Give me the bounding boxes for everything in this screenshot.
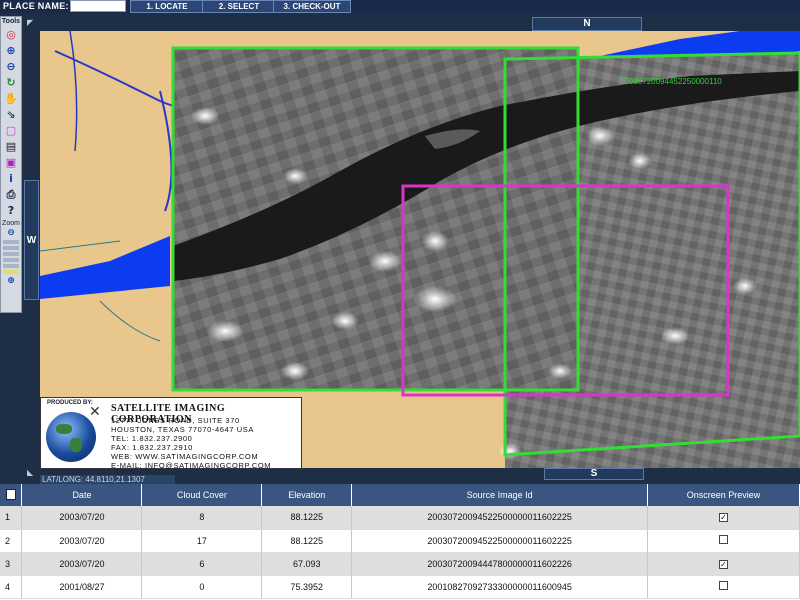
- preview-checkbox[interactable]: [719, 535, 729, 544]
- pan-south-button[interactable]: S: [544, 468, 644, 480]
- row-index: 4: [0, 575, 23, 599]
- north-label: N: [583, 18, 591, 29]
- table-row[interactable]: 3 2003/07/20 6 67.093 2003072009444780000001…: [0, 552, 800, 576]
- south-label: S: [590, 468, 598, 479]
- table-body: 1 2003/07/20 8 88.1225 200307200945225000000…: [0, 506, 800, 599]
- cell-elevation: 67.093: [261, 552, 353, 576]
- zoom-level-2[interactable]: [3, 246, 19, 250]
- preview-checkbox[interactable]: [719, 581, 729, 590]
- target-icon[interactable]: ◎: [3, 28, 19, 42]
- cell-date: 2003/07/20: [21, 529, 143, 553]
- top-toolbar: PLACE NAME: 1. LOCATE 2. SELECT 3. CHECK…: [0, 0, 800, 13]
- scene-id-label: 20030720094452250000110: [620, 77, 722, 86]
- select-all-header[interactable]: [0, 484, 23, 506]
- pan-northwest-icon[interactable]: ◤: [27, 18, 37, 28]
- document-icon[interactable]: [5, 488, 16, 500]
- zoom-level-3[interactable]: [3, 252, 19, 256]
- col-elevation[interactable]: Elevation: [261, 484, 353, 506]
- zoom-level-6[interactable]: [3, 270, 19, 274]
- address-line-2: HOUSTON, TEXAS 77070-4647 USA: [111, 425, 255, 434]
- place-name-label: PLACE NAME:: [3, 1, 69, 11]
- cell-onscreen-preview: [647, 529, 800, 553]
- table-row[interactable]: 1 2003/07/20 8 88.1225 200307200945225000000…: [0, 506, 800, 530]
- cell-onscreen-preview: [647, 575, 800, 599]
- zoom-minus-icon[interactable]: ⊖: [3, 229, 19, 238]
- cell-onscreen-preview: ✓: [647, 552, 800, 576]
- cell-elevation: 88.1225: [261, 529, 353, 553]
- cell-cloud-cover: 8: [141, 506, 263, 530]
- email-line: E-MAIL: INFO@SATIMAGINGCORP.COM: [111, 461, 272, 470]
- cell-source-image-id: 20030720094522500000011602225: [351, 506, 649, 530]
- zoom-level-5[interactable]: [3, 264, 19, 268]
- row-index: 3: [0, 552, 23, 576]
- cell-cloud-cover: 17: [141, 529, 263, 553]
- cell-date: 2001/08/27: [21, 575, 143, 599]
- produced-by-label: PRODUCED BY:: [47, 400, 93, 406]
- cell-source-image-id: 20010827092733300000011600945: [351, 575, 649, 599]
- row-index: 2: [0, 529, 23, 553]
- preview-checkbox[interactable]: ✓: [719, 559, 729, 569]
- table-row[interactable]: 4 2001/08/27 0 75.3952 200108270927333000000…: [0, 575, 800, 599]
- preview-checkbox[interactable]: ✓: [719, 513, 729, 523]
- step-select-button[interactable]: 2. SELECT: [202, 0, 276, 13]
- cell-elevation: 88.1225: [261, 506, 353, 530]
- table-row[interactable]: 2 2003/07/20 17 88.1225 20030720094522500000…: [0, 529, 800, 553]
- info-icon[interactable]: i: [3, 172, 19, 186]
- results-panel: Date Cloud Cover Elevation Source Image …: [0, 484, 800, 600]
- zoom-plus-icon[interactable]: ⊕: [3, 276, 19, 286]
- address-line-1: 12777 JONES ROAD, SUITE 370: [111, 416, 240, 425]
- print-icon[interactable]: ⎙: [3, 188, 19, 202]
- cell-source-image-id: 20030720094522500000011602225: [351, 529, 649, 553]
- west-label: W: [26, 234, 37, 246]
- col-date[interactable]: Date: [21, 484, 143, 506]
- layer-select-icon[interactable]: ▣: [3, 156, 19, 170]
- pan-west-button[interactable]: W: [24, 180, 39, 300]
- satellite-image-browser: PLACE NAME: 1. LOCATE 2. SELECT 3. CHECK…: [0, 0, 800, 600]
- col-source-image-id[interactable]: Source Image Id: [351, 484, 649, 506]
- pan-north-button[interactable]: N: [532, 17, 642, 31]
- place-name-input[interactable]: [70, 0, 126, 12]
- satellite-icon: ✕: [89, 404, 101, 420]
- zoom-out-icon[interactable]: ⊖: [3, 60, 19, 74]
- col-cloud-cover[interactable]: Cloud Cover: [141, 484, 263, 506]
- web-line: WEB: WWW.SATIMAGINGCORP.COM: [111, 452, 259, 461]
- tools-title: Tools: [1, 18, 21, 25]
- cell-date: 2003/07/20: [21, 506, 143, 530]
- col-onscreen-preview[interactable]: Onscreen Preview: [647, 484, 800, 506]
- pan-southwest-icon[interactable]: ◣: [27, 468, 37, 478]
- select-box-icon[interactable]: ▢: [3, 124, 19, 138]
- help-icon[interactable]: ?: [3, 204, 19, 218]
- tel-line: TEL: 1.832.237.2900: [111, 434, 193, 443]
- zoom-label: Zoom: [2, 220, 20, 227]
- layers-icon[interactable]: ▤: [3, 140, 19, 154]
- cell-onscreen-preview: ✓: [647, 506, 800, 530]
- cell-date: 2003/07/20: [21, 552, 143, 576]
- step-locate-button[interactable]: 1. LOCATE: [130, 0, 204, 13]
- table-header-row: Date Cloud Cover Elevation Source Image …: [0, 484, 800, 506]
- select-icon[interactable]: ⇘: [3, 108, 19, 122]
- company-logo-card: PRODUCED BY: ✕ SATELLITE IMAGING CORPORA…: [40, 397, 302, 470]
- row-index: 1: [0, 506, 23, 530]
- pan-icon[interactable]: ↻: [3, 76, 19, 90]
- cell-elevation: 75.3952: [261, 575, 353, 599]
- zoom-level-1[interactable]: [3, 240, 19, 244]
- fax-line: FAX: 1.832.237.2910: [111, 443, 193, 452]
- zoom-level-4[interactable]: [3, 258, 19, 262]
- hand-icon[interactable]: ✋: [3, 92, 19, 106]
- cell-cloud-cover: 6: [141, 552, 263, 576]
- zoom-in-icon[interactable]: ⊕: [3, 44, 19, 58]
- cell-cloud-cover: 0: [141, 575, 263, 599]
- step-checkout-button[interactable]: 3. CHECK-OUT: [273, 0, 351, 13]
- cell-source-image-id: 20030720094447800000011602226: [351, 552, 649, 576]
- tools-panel: Tools ◎ ⊕ ⊖ ↻ ✋ ⇘ ▢ ▤ ▣ i ⎙ ? Zoom ⊖ ⊕: [0, 16, 22, 313]
- results-table: Date Cloud Cover Elevation Source Image …: [0, 484, 800, 599]
